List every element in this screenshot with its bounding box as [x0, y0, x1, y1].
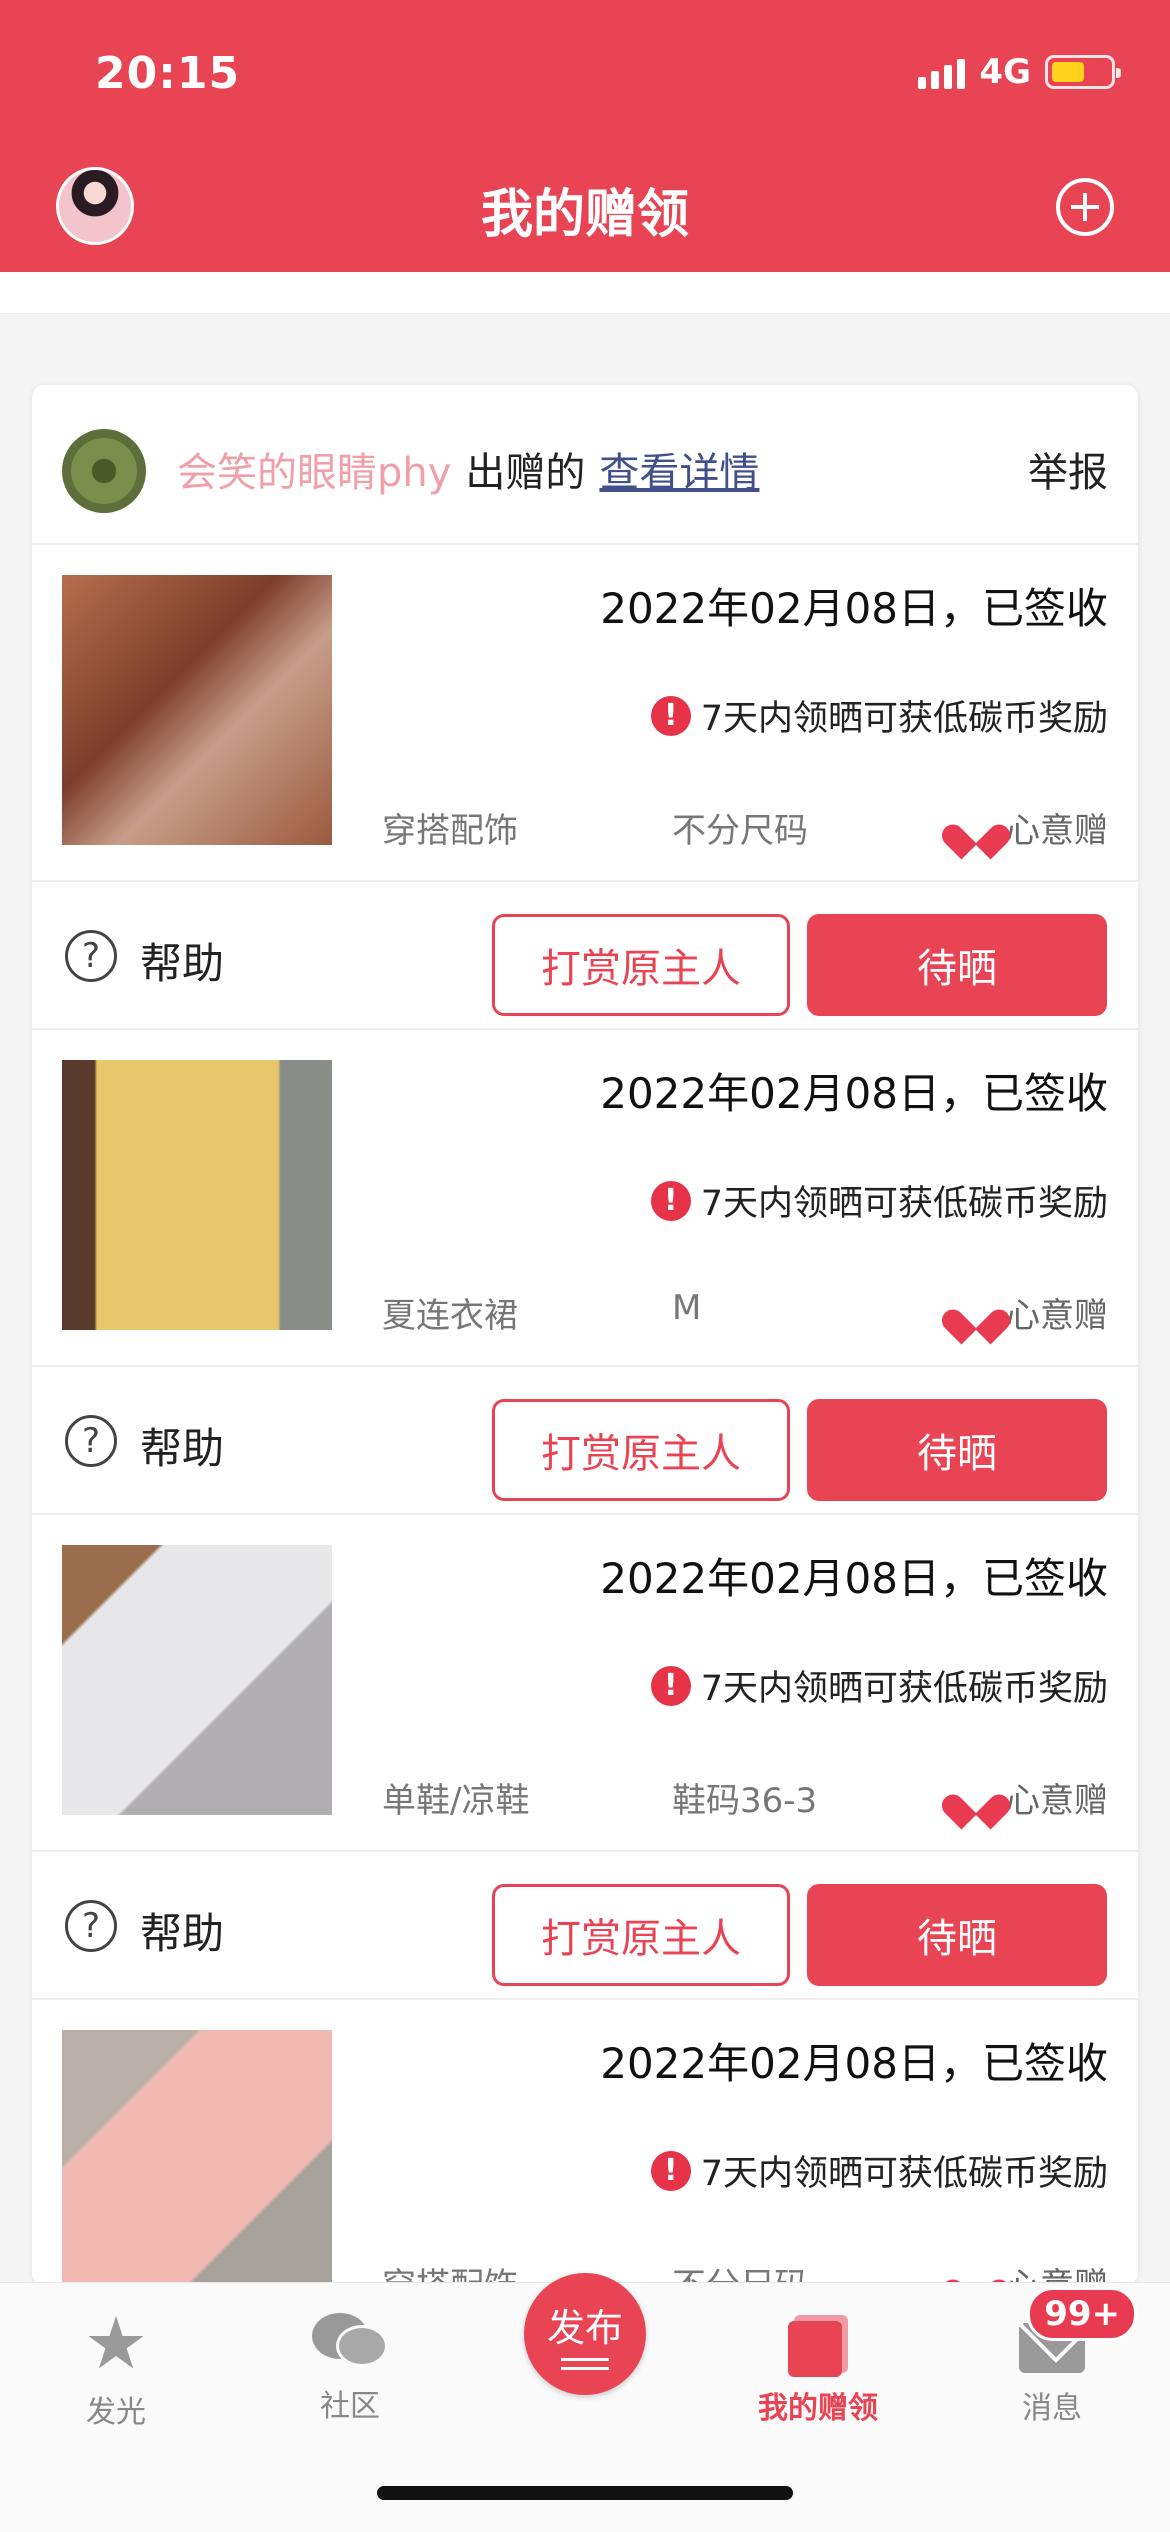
item-row[interactable]: 2022年02月08日，已签收 ! 7天内领晒可获低碳币奖励 夏连衣裙 M 心意… [32, 1030, 1138, 1367]
item-photo[interactable] [62, 1545, 332, 1815]
reward-text: 7天内领晒可获低碳币奖励 [700, 699, 1108, 739]
star-icon: ★ [83, 2301, 149, 2385]
item-meta: 夏连衣裙 M 心意赠 [382, 1288, 1108, 1336]
gift-type: 心意赠 [956, 1773, 1108, 1822]
gift-type: 心意赠 [956, 2258, 1108, 2285]
page-title: 我的赠领 [480, 185, 689, 245]
tab-my-gifts-label: 我的赠领 [758, 2391, 878, 2426]
reward-notice: ! 7天内领晒可获低碳币奖励 [650, 1660, 1108, 1711]
gift-type-label: 心意赠 [1006, 1296, 1108, 1336]
item-date: 2022年02月08日，已签收 [600, 1554, 1108, 1603]
giver-avatar[interactable] [62, 429, 146, 513]
exclamation-icon: ! [650, 695, 691, 736]
action-row: ? 帮助 打赏原主人 待晒 [32, 882, 1138, 1030]
home-indicator [377, 2486, 793, 2500]
help-icon[interactable]: ? [65, 930, 117, 982]
tab-my-gifts[interactable]: 我的赠领 [738, 2305, 898, 2427]
tab-community-label: 社区 [320, 2389, 380, 2424]
help-label[interactable]: 帮助 [140, 1415, 224, 1476]
item-meta: 单鞋/凉鞋 鞋码36-3 心意赠 [382, 1773, 1108, 1821]
publish-label: 发布 [546, 2306, 623, 2350]
item-date: 2022年02月08日，已签收 [600, 2039, 1108, 2088]
item-size: 不分尺码 [672, 811, 808, 851]
battery-icon [1045, 55, 1121, 89]
reward-notice: ! 7天内领晒可获低碳币奖励 [650, 690, 1108, 741]
reward-notice: ! 7天内领晒可获低碳币奖励 [650, 1175, 1108, 1226]
item-size: 不分尺码 [672, 2258, 808, 2285]
reward-text: 7天内领晒可获低碳币奖励 [700, 1669, 1108, 1709]
exclamation-icon: ! [650, 1665, 691, 1706]
tab-community[interactable]: 社区 [270, 2305, 430, 2425]
tip-owner-button[interactable]: 打赏原主人 [492, 1884, 790, 1986]
item-date: 2022年02月08日，已签收 [600, 1069, 1108, 1118]
card-header: 会笑的眼睛phy 出赠的 查看详情 举报 [32, 385, 1138, 545]
app-header: 20:15 4G 我的赠领 [0, 0, 1170, 272]
item-date: 2022年02月08日，已签收 [600, 584, 1108, 633]
item-category: 夏连衣裙 [382, 1296, 518, 1336]
action-row: ? 帮助 打赏原主人 待晒 [32, 1367, 1138, 1515]
gift-type: 心意赠 [956, 1288, 1108, 1337]
item-photo[interactable] [62, 1060, 332, 1330]
reward-notice: ! 7天内领晒可获低碳币奖励 [650, 2145, 1108, 2196]
pending-post-button[interactable]: 待晒 [807, 914, 1107, 1016]
help-label[interactable]: 帮助 [140, 930, 224, 991]
reward-text: 7天内领晒可获低碳币奖励 [700, 1184, 1108, 1224]
heart-icon [956, 1295, 996, 1331]
status-time: 20:15 [95, 48, 241, 99]
add-icon[interactable] [1056, 178, 1114, 236]
item-meta: 穿搭配饰 不分尺码 心意赠 [382, 2258, 1108, 2285]
giver-suffix: 出赠的 [465, 450, 586, 496]
item-row[interactable]: 2022年02月08日，已签收 ! 7天内领晒可获低碳币奖励 穿搭配饰 不分尺码… [32, 2000, 1138, 2285]
help-label[interactable]: 帮助 [140, 1900, 224, 1961]
item-photo[interactable] [62, 575, 332, 845]
heart-icon [956, 810, 996, 846]
pending-post-button[interactable]: 待晒 [807, 1884, 1107, 1986]
tab-messages[interactable]: 99+ 消息 [972, 2287, 1137, 2427]
view-details-link[interactable]: 查看详情 [599, 440, 759, 498]
gift-card: 会笑的眼睛phy 出赠的 查看详情 举报 2022年02月08日，已签收 ! 7… [32, 385, 1138, 2285]
chat-icon [312, 2313, 388, 2373]
gift-type: 心意赠 [956, 803, 1108, 852]
screen: 20:15 4G 我的赠领 会笑的眼睛phy 出赠的 查看详情 举报 2022年… [0, 0, 1170, 2532]
tab-messages-label: 消息 [1022, 2391, 1082, 2426]
action-row: ? 帮助 打赏原主人 待晒 [32, 1852, 1138, 2000]
message-badge: 99+ [1027, 2287, 1137, 2341]
reward-text: 7天内领晒可获低碳币奖励 [700, 2154, 1108, 2194]
item-size: 鞋码36-3 [672, 1781, 818, 1821]
pending-post-button[interactable]: 待晒 [807, 1399, 1107, 1501]
item-row[interactable]: 2022年02月08日，已签收 ! 7天内领晒可获低碳币奖励 穿搭配饰 不分尺码… [32, 545, 1138, 882]
menu-lines-icon [561, 2358, 609, 2370]
item-row[interactable]: 2022年02月08日，已签收 ! 7天内领晒可获低碳币奖励 单鞋/凉鞋 鞋码3… [32, 1515, 1138, 1852]
report-button[interactable]: 举报 [1028, 440, 1108, 498]
card-header-text: 会笑的眼睛phy 出赠的 查看详情 [177, 440, 759, 498]
help-icon[interactable]: ? [65, 1900, 117, 1952]
item-photo[interactable] [62, 2030, 332, 2285]
publish-button[interactable]: 发布 [524, 2273, 646, 2395]
item-category: 单鞋/凉鞋 [382, 1781, 530, 1821]
gift-type-label: 心意赠 [1006, 2258, 1108, 2285]
signal-icon [918, 55, 966, 89]
help-icon[interactable]: ? [65, 1415, 117, 1467]
tab-shine[interactable]: ★ 发光 [36, 2305, 196, 2431]
item-category: 穿搭配饰 [382, 2258, 518, 2285]
gift-type-label: 心意赠 [1006, 1781, 1108, 1821]
giver-name[interactable]: 会笑的眼睛phy [177, 440, 451, 498]
gift-type-label: 心意赠 [1006, 811, 1108, 851]
status-indicators: 4G [918, 52, 1121, 92]
exclamation-icon: ! [650, 1180, 691, 1221]
tip-owner-button[interactable]: 打赏原主人 [492, 914, 790, 1016]
exclamation-icon: ! [650, 2150, 691, 2191]
item-meta: 穿搭配饰 不分尺码 心意赠 [382, 803, 1108, 851]
item-size: M [672, 1288, 702, 1328]
heart-icon [956, 1780, 996, 1816]
tip-owner-button[interactable]: 打赏原主人 [492, 1399, 790, 1501]
previous-card-edge [0, 272, 1170, 314]
tab-shine-label: 发光 [86, 2395, 146, 2430]
item-category: 穿搭配饰 [382, 811, 518, 851]
network-type: 4G [979, 52, 1031, 92]
book-icon [788, 2315, 848, 2377]
